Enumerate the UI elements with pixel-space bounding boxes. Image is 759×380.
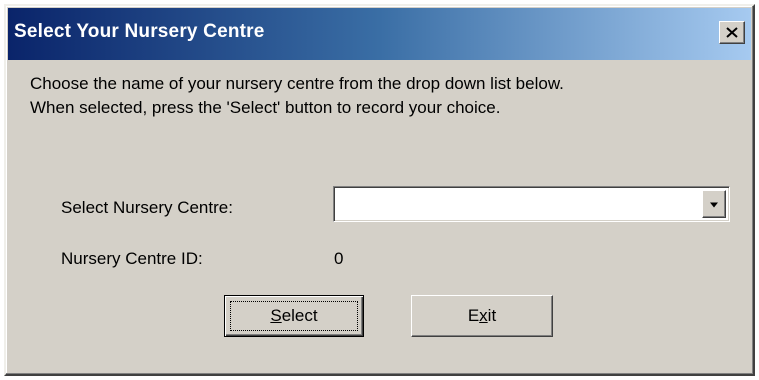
instructions-line-1: Choose the name of your nursery centre f… — [30, 74, 564, 93]
select-button-label: Select — [270, 306, 318, 325]
centre-select-label: Select Nursery Centre: — [61, 198, 233, 217]
nursery-centre-dropdown[interactable] — [333, 186, 730, 222]
title-bar[interactable]: Select Your Nursery Centre — [8, 8, 751, 60]
instructions-text: Choose the name of your nursery centre f… — [30, 72, 740, 120]
nursery-centre-dialog: Select Your Nursery Centre Choose the na… — [4, 4, 755, 376]
centre-id-value: 0 — [334, 249, 344, 268]
dropdown-arrow-button[interactable] — [702, 190, 726, 218]
close-button[interactable] — [719, 21, 745, 44]
exit-button[interactable]: Exit — [411, 295, 553, 337]
centre-id-label: Nursery Centre ID: — [61, 249, 203, 268]
exit-button-label: Exit — [467, 306, 497, 325]
chevron-down-icon — [709, 195, 719, 213]
instructions-line-2: When selected, press the 'Select' button… — [30, 98, 501, 117]
select-button[interactable]: Select — [224, 295, 364, 337]
window-title: Select Your Nursery Centre — [14, 21, 265, 42]
close-icon — [726, 27, 738, 38]
